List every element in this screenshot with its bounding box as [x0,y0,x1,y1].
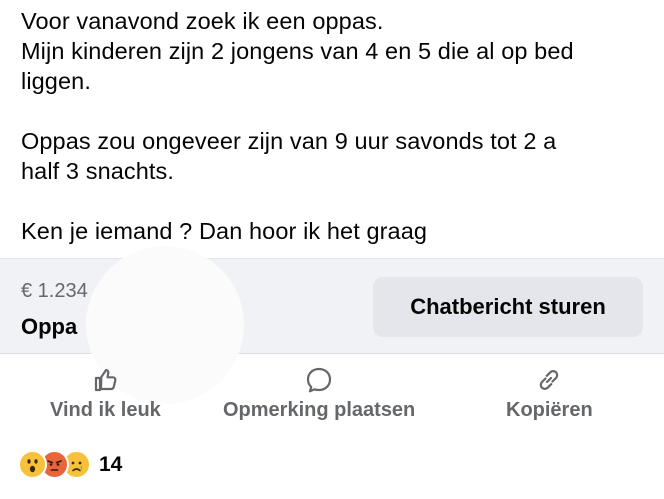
comment-label: Opmerking plaatsen [223,399,416,421]
wow-reaction-icon [18,450,47,479]
post-text-line: Voor vanavond zoek ik een oppas. [21,8,384,34]
post-text: Voor vanavond zoek ik een oppas. Mijn ki… [21,6,651,246]
copy-link-button[interactable]: Kopiëren [506,366,593,422]
comment-button[interactable]: Opmerking plaatsen [223,366,415,422]
reactions-summary[interactable]: 14 [18,450,122,479]
like-button[interactable]: Vind ik leuk [50,366,161,422]
reaction-count: 14 [99,452,123,476]
comment-icon [305,366,333,394]
thumbs-up-icon [91,366,119,394]
post-text-line: Ken je iemand ? Dan hoor ik het graag [21,218,428,244]
listing-title: Oppa [21,314,78,339]
post-text-line: liggen. [21,68,91,94]
listing-price: € 1.234 [21,280,88,302]
like-label: Vind ik leuk [50,399,161,421]
copy-label: Kopiëren [506,399,593,421]
post-text-line: Mijn kinderen zijn 2 jongens van 4 en 5 … [21,38,574,64]
post-text-line: Oppas zou ongeveer zijn van 9 uur savond… [21,128,557,154]
send-chat-message-button[interactable]: Chatbericht sturen [373,277,643,337]
link-icon [535,366,563,394]
post-text-line: half 3 snachts. [21,158,175,184]
